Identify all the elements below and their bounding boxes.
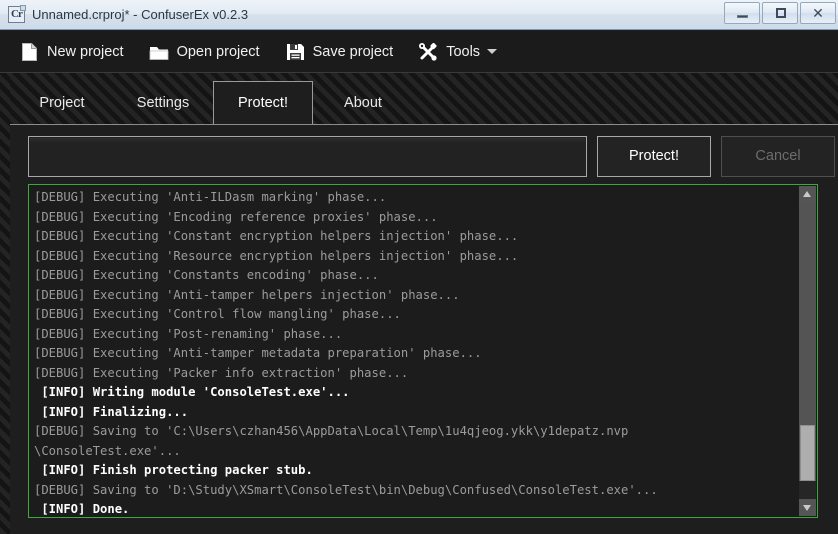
window-controls: ✕ bbox=[724, 2, 836, 24]
log-line: [DEBUG] Executing 'Control flow mangling… bbox=[34, 307, 401, 321]
app-icon-corner bbox=[20, 5, 26, 11]
log-line: [INFO] Writing module 'ConsoleTest.exe'.… bbox=[34, 385, 350, 399]
minimize-button[interactable] bbox=[724, 2, 760, 24]
open-project-button[interactable]: Open project bbox=[140, 36, 268, 68]
protect-tab-panel: Protect! Cancel [DEBUG] Executing 'Anti-… bbox=[10, 124, 838, 534]
main-toolbar: New project Open project Save project To… bbox=[0, 31, 838, 73]
log-line: [DEBUG] Executing 'Resource encryption h… bbox=[34, 248, 519, 263]
chevron-up-icon bbox=[803, 191, 811, 197]
scroll-up-button[interactable] bbox=[799, 186, 816, 203]
maximize-icon bbox=[776, 8, 786, 18]
chevron-down-icon bbox=[487, 49, 498, 54]
new-project-button[interactable]: New project bbox=[10, 36, 132, 68]
confuserex-window: Cr Unnamed.crproj* - ConfuserEx v0.2.3 ✕ bbox=[0, 0, 838, 534]
log-line: [DEBUG] Executing 'Anti-tamper helpers i… bbox=[34, 287, 460, 302]
open-project-label: Open project bbox=[176, 43, 260, 60]
tab-strip: Project Settings Protect! About bbox=[0, 73, 838, 126]
tools-menu-button[interactable]: Tools bbox=[409, 36, 505, 68]
log-line: [INFO] Finish protecting packer stub. bbox=[34, 463, 313, 477]
close-button[interactable]: ✕ bbox=[800, 2, 836, 24]
log-scrollbar[interactable] bbox=[799, 186, 816, 516]
log-line: [DEBUG] Executing 'Packer info extractio… bbox=[34, 365, 409, 380]
log-line: [INFO] Finalizing... bbox=[34, 404, 189, 419]
log-line: [DEBUG] Saving to 'D:\Study\XSmart\Conso… bbox=[34, 482, 658, 497]
maximize-button[interactable] bbox=[762, 2, 798, 24]
new-document-icon bbox=[18, 41, 40, 63]
protect-progress-fill bbox=[30, 138, 585, 142]
log-lines: [DEBUG] Executing 'Anti-ILDasm marking' … bbox=[34, 188, 794, 517]
scrollbar-thumb[interactable] bbox=[800, 425, 815, 481]
log-line: [INFO] Done. bbox=[34, 502, 130, 516]
cancel-button: Cancel bbox=[721, 136, 835, 177]
log-line: [DEBUG] Executing 'Post-renaming' phase.… bbox=[34, 326, 343, 341]
tools-label: Tools bbox=[446, 43, 481, 60]
chevron-down-icon bbox=[803, 505, 811, 511]
log-line: [DEBUG] Executing 'Constant encryption h… bbox=[34, 229, 519, 243]
title-bar: Cr Unnamed.crproj* - ConfuserEx v0.2.3 ✕ bbox=[0, 0, 838, 30]
tab-settings[interactable]: Settings bbox=[116, 83, 210, 125]
minimize-icon bbox=[737, 15, 748, 18]
tab-project[interactable]: Project bbox=[16, 83, 108, 125]
new-project-label: New project bbox=[47, 43, 124, 60]
tools-wrench-icon bbox=[417, 41, 439, 63]
left-gutter bbox=[0, 73, 10, 534]
log-output-box[interactable]: [DEBUG] Executing 'Anti-ILDasm marking' … bbox=[28, 184, 818, 518]
log-line: [DEBUG] Executing 'Anti-ILDasm marking' … bbox=[34, 190, 387, 204]
floppy-disk-save-icon bbox=[284, 41, 306, 63]
save-project-label: Save project bbox=[312, 43, 394, 60]
scrollbar-track-lower[interactable] bbox=[799, 481, 816, 499]
log-line: [DEBUG] Executing 'Anti-tamper metadata … bbox=[34, 346, 482, 360]
log-line: [DEBUG] Saving to 'C:\Users\czhan456\App… bbox=[34, 424, 629, 458]
tab-protect[interactable]: Protect! bbox=[213, 81, 313, 126]
open-folder-icon bbox=[148, 41, 170, 63]
protect-button[interactable]: Protect! bbox=[597, 136, 711, 177]
window-title: Unnamed.crproj* - ConfuserEx v0.2.3 bbox=[32, 7, 249, 22]
protect-progress-bar bbox=[28, 136, 587, 177]
save-project-button[interactable]: Save project bbox=[276, 36, 402, 68]
scroll-down-button[interactable] bbox=[799, 499, 816, 516]
scrollbar-track[interactable] bbox=[799, 203, 816, 499]
tab-about[interactable]: About bbox=[318, 83, 408, 125]
log-line: [DEBUG] Executing 'Encoding reference pr… bbox=[34, 209, 438, 224]
app-icon: Cr bbox=[8, 5, 26, 23]
close-icon: ✕ bbox=[812, 5, 824, 21]
log-line: [DEBUG] Executing 'Constants encoding' p… bbox=[34, 268, 379, 282]
